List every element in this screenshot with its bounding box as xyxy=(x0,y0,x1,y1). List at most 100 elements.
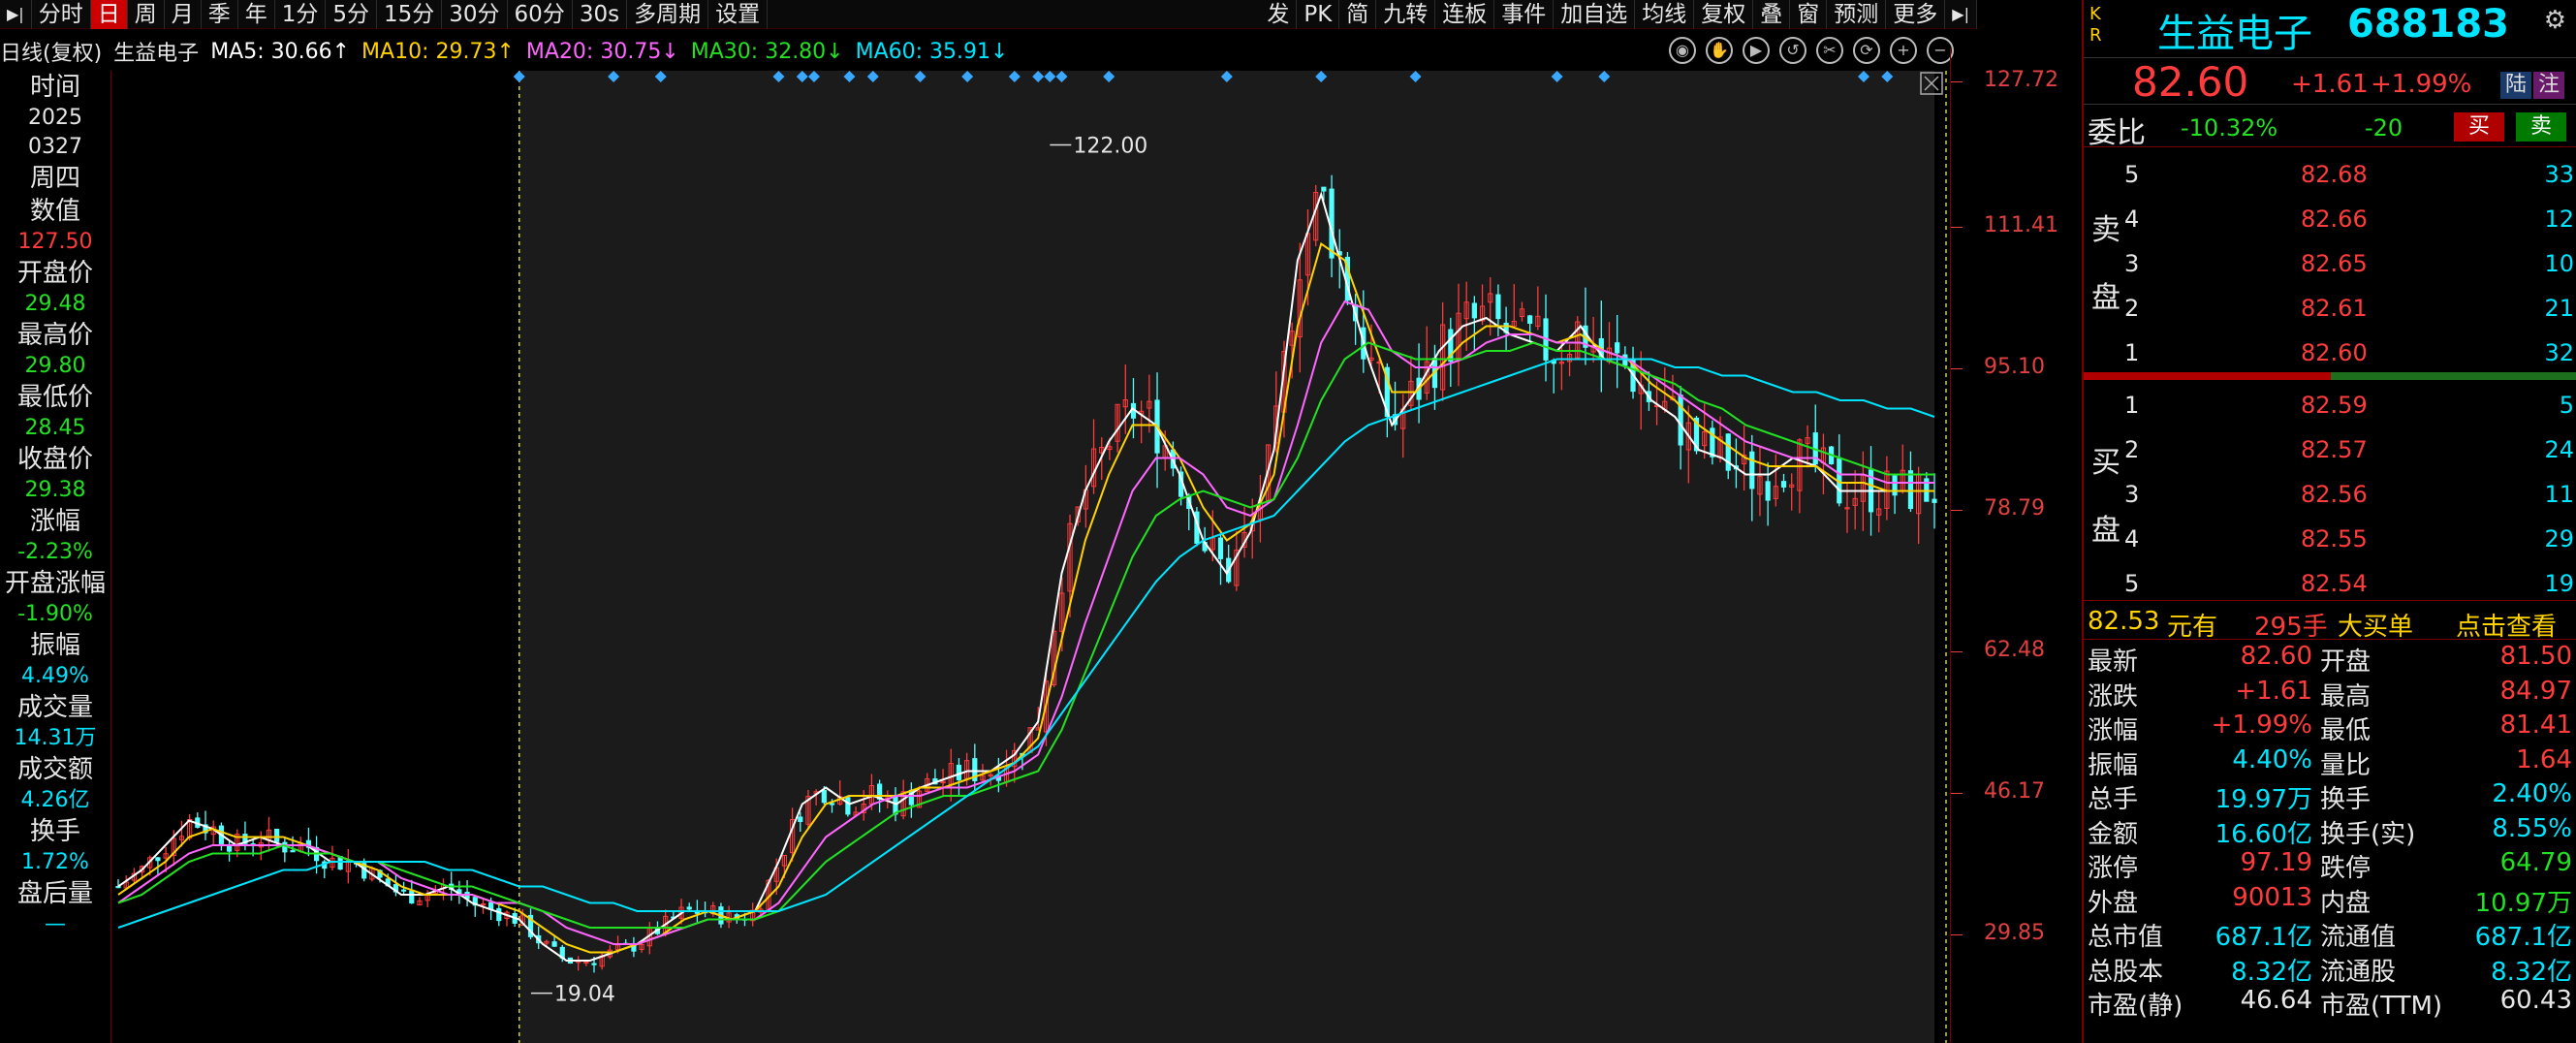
asks-row-1[interactable]: 4 82.66 12 xyxy=(2084,196,2576,240)
action-button-9[interactable]: 叠 xyxy=(1753,0,1791,29)
asks-row-4[interactable]: 1 82.60 32 xyxy=(2084,330,2576,374)
stat-row-3: 振幅 4.40% 量比 1.64 xyxy=(2084,744,2576,780)
big-order-price: 82.53 xyxy=(2088,607,2160,636)
candle-body xyxy=(1907,470,1914,510)
action-button-2[interactable]: 简 xyxy=(1339,0,1377,29)
asks-lvl: 1 xyxy=(2124,339,2140,366)
bids-row-1[interactable]: 2 82.57 24 xyxy=(2084,427,2576,471)
action-button-10[interactable]: 窗 xyxy=(1790,0,1828,29)
asks-row-3[interactable]: 2 82.61 21 xyxy=(2084,285,2576,330)
asks-row-0[interactable]: 5 82.68 33 xyxy=(2084,151,2576,196)
asks-row-2[interactable]: 3 82.65 10 xyxy=(2084,240,2576,285)
panel-toggle-icon[interactable]: ▶| xyxy=(0,0,32,29)
big-order-link[interactable]: 点击查看 xyxy=(2456,607,2557,643)
stat-row-8: 总市值 687.1亿 流通值 687.1亿 xyxy=(2084,917,2576,952)
zoom-in-icon[interactable]: + xyxy=(1890,37,1917,64)
action-button-12[interactable]: 更多 xyxy=(1886,0,1946,29)
period-tab-10[interactable]: 60分 xyxy=(508,0,573,29)
kline-chart-svg[interactable]: 122.00 19.04 xyxy=(114,71,1948,1043)
bids-row-0[interactable]: 1 82.59 5 xyxy=(2084,382,2576,427)
period-tab-6[interactable]: 1分 xyxy=(275,0,327,29)
price-axis: 127.72 111.41 95.10 78.79 62.48 46.17 29.85 xyxy=(1950,48,2074,1043)
kr-k: K xyxy=(2089,4,2101,24)
action-button-5[interactable]: 事件 xyxy=(1494,0,1555,29)
candle-body xyxy=(1725,433,1731,471)
asks-px: 82.66 xyxy=(2301,205,2368,233)
period-tab-8[interactable]: 15分 xyxy=(377,0,443,29)
info-label-11: 成交量 xyxy=(16,693,93,722)
info-value-12: 4.26亿 xyxy=(20,788,90,812)
info-label-6: 最低价 xyxy=(16,383,93,412)
stat-v2: 8.32亿 xyxy=(2491,957,2572,987)
action-button-0[interactable]: 发 xyxy=(1260,0,1298,29)
period-tab-5[interactable]: 年 xyxy=(238,0,275,29)
stat-v2: 81.41 xyxy=(2499,711,2572,740)
stat-k2: 最高 xyxy=(2320,681,2372,711)
expand-icon[interactable]: ▶| xyxy=(1945,0,1977,29)
stat-v1: 46.64 xyxy=(2240,986,2312,1015)
y-tick-mark-2 xyxy=(1951,368,1963,369)
weibi-label: 委比 xyxy=(2088,116,2146,150)
info-label-10: 振幅 xyxy=(29,631,80,660)
sell-button[interactable]: 卖 xyxy=(2516,112,2566,142)
action-button-3[interactable]: 九转 xyxy=(1376,0,1436,29)
scissors-icon[interactable]: ✂ xyxy=(1816,37,1843,64)
hand-icon[interactable]: ✋ xyxy=(1706,37,1733,64)
y-tick-mark-1 xyxy=(1951,227,1963,228)
stat-k1: 外盘 xyxy=(2088,888,2139,918)
refresh-icon[interactable]: ⟳ xyxy=(1853,37,1880,64)
ma10-label: MA10: 29.73↑ xyxy=(361,39,515,64)
candle-body xyxy=(1495,294,1501,320)
big-order-text2: 大买单 xyxy=(2338,613,2414,642)
info-value-4: 29.48 xyxy=(24,292,86,316)
undo-icon[interactable]: ↺ xyxy=(1779,37,1806,64)
period-tab-12[interactable]: 多周期 xyxy=(627,0,709,29)
info-value-6: 28.45 xyxy=(24,416,86,440)
action-button-6[interactable]: 加自选 xyxy=(1554,0,1636,29)
stat-k2: 换手(实) xyxy=(2320,819,2416,849)
action-button-4[interactable]: 连板 xyxy=(1435,0,1495,29)
eye-icon[interactable]: ◉ xyxy=(1669,37,1696,64)
stat-v2: 64.79 xyxy=(2499,848,2572,877)
note-badge[interactable]: 注 xyxy=(2533,72,2564,99)
period-tab-4[interactable]: 季 xyxy=(202,0,238,29)
kline-chart[interactable]: 122.00 19.04 xyxy=(114,71,1948,1043)
stat-v2: 1.64 xyxy=(2516,744,2572,774)
bids-row-4[interactable]: 5 82.54 19 xyxy=(2084,560,2576,605)
stat-v1: 82.60 xyxy=(2240,642,2312,671)
high-annotation: 122.00 xyxy=(1073,135,1147,159)
weibi-pct: -10.32% xyxy=(2181,114,2278,142)
action-button-8[interactable]: 复权 xyxy=(1694,0,1754,29)
buy-button[interactable]: 买 xyxy=(2454,112,2504,142)
big-order-text1: 元有 xyxy=(2167,613,2218,642)
period-tab-2[interactable]: 周 xyxy=(128,0,165,29)
stock-name-label: 生益电子 xyxy=(113,42,200,66)
period-tab-3[interactable]: 月 xyxy=(165,0,202,29)
period-tab-7[interactable]: 5分 xyxy=(326,0,377,29)
stat-k1: 涨停 xyxy=(2088,854,2139,883)
connect-badge[interactable]: 陆 xyxy=(2500,72,2531,99)
quote-panel: KR 生益电子 688183 ⚙ 82.60 +1.61 +1.99% 陆 注 … xyxy=(2082,0,2576,1043)
action-button-1[interactable]: PK xyxy=(1297,0,1340,29)
candle-body xyxy=(1527,315,1533,325)
big-order-row[interactable]: 82.53 元有 295手 大买单 点击查看 xyxy=(2084,601,2576,643)
period-tab-9[interactable]: 30分 xyxy=(442,0,508,29)
candle-body xyxy=(798,816,803,822)
period-tab-11[interactable]: 30s xyxy=(573,0,628,29)
bids-vol: 29 xyxy=(2544,525,2574,553)
play-icon[interactable]: ▶ xyxy=(1743,37,1770,64)
stat-v1: 687.1亿 xyxy=(2215,923,2312,952)
action-button-7[interactable]: 均线 xyxy=(1635,0,1695,29)
period-tab-1[interactable]: 日 xyxy=(90,0,128,29)
bids-row-2[interactable]: 3 82.56 11 xyxy=(2084,471,2576,516)
candle-body xyxy=(1615,342,1620,354)
period-tab-13[interactable]: 设置 xyxy=(708,0,769,29)
stat-k1: 总市值 xyxy=(2088,923,2164,952)
action-button-11[interactable]: 预测 xyxy=(1827,0,1887,29)
ma30-label: MA30: 32.80↓ xyxy=(690,39,844,64)
y-tick-mark-6 xyxy=(1951,934,1963,935)
gear-icon[interactable]: ⚙ xyxy=(2544,6,2566,35)
bids-row-3[interactable]: 4 82.55 29 xyxy=(2084,516,2576,560)
period-tab-0[interactable]: 分时 xyxy=(32,0,91,29)
stat-v2: 60.43 xyxy=(2499,986,2572,1015)
